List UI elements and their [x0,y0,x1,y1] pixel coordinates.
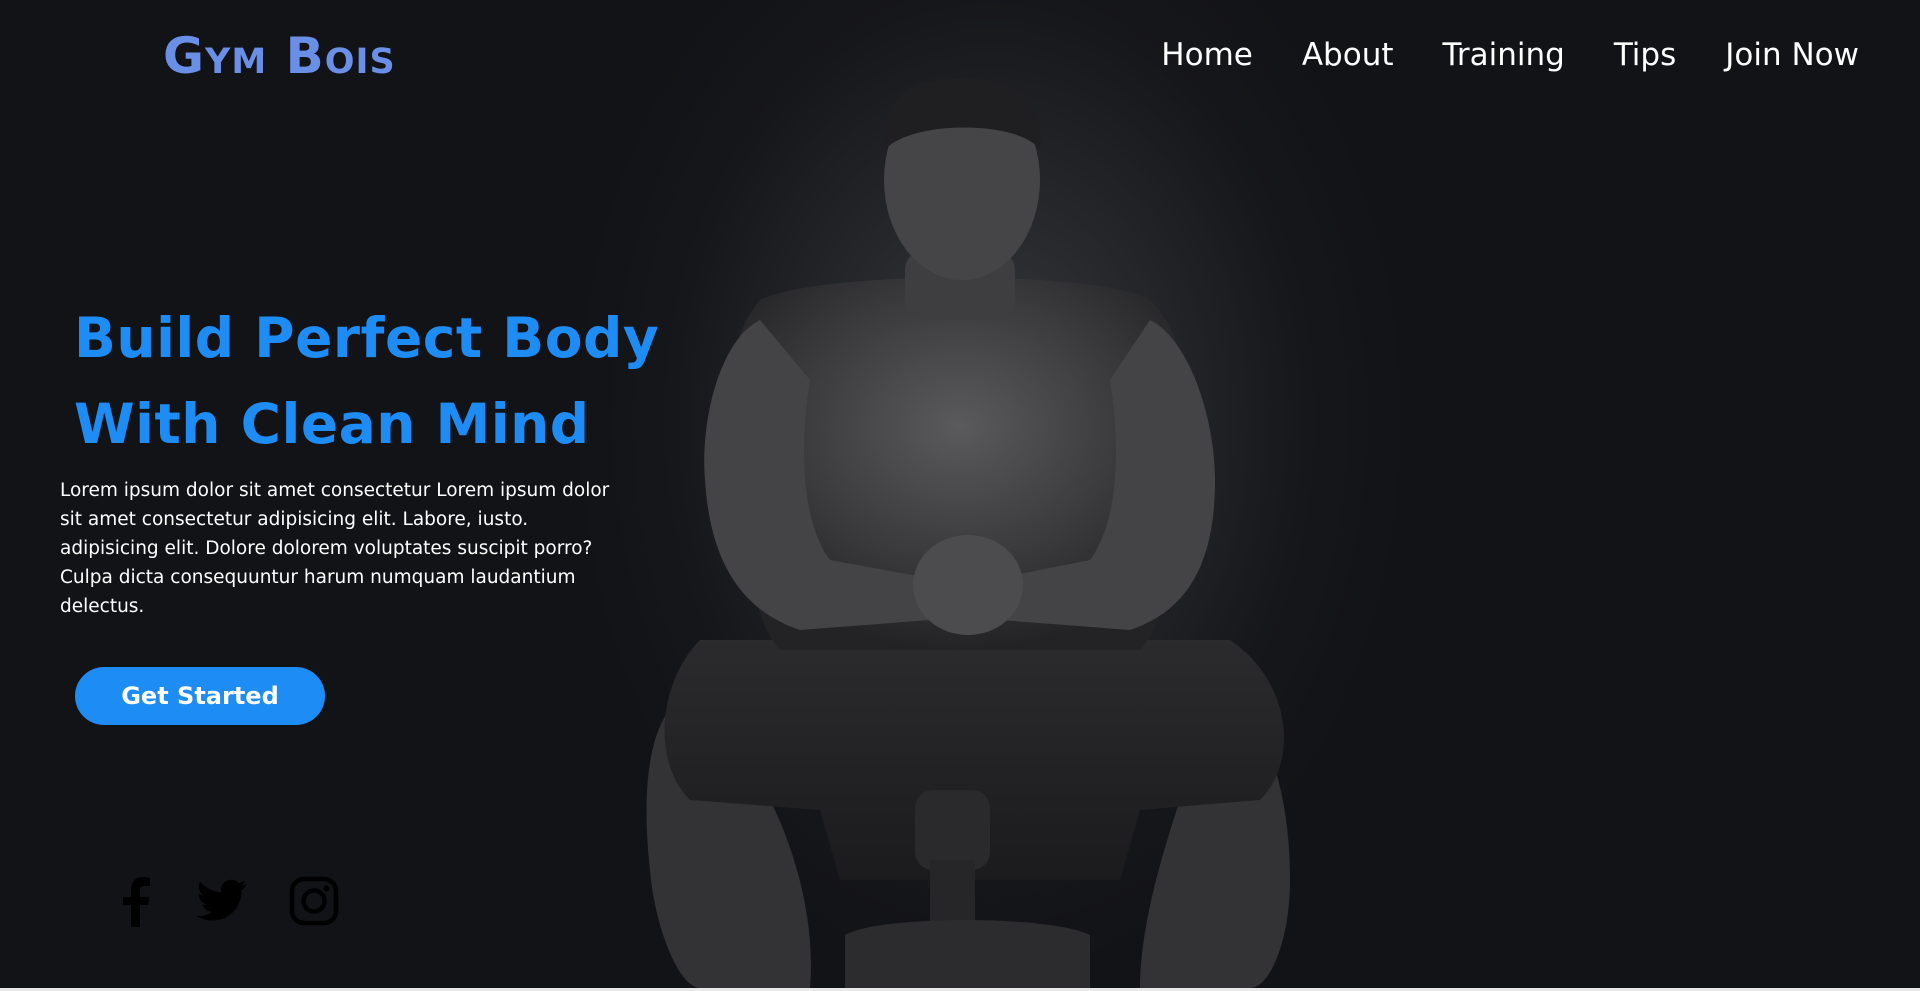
main-nav: Home About Training Tips Join Now [1112,34,1859,76]
get-started-button[interactable]: Get Started [75,667,325,725]
hero-description: Lorem ipsum dolor sit amet consectetur L… [60,480,610,617]
nav-tips[interactable]: Tips [1614,34,1676,76]
site-logo[interactable]: Gym Bois [163,26,396,86]
hero-headline: Build Perfect Body With Clean Mind [74,295,659,467]
nav-home[interactable]: Home [1161,34,1253,76]
nav-training[interactable]: Training [1443,34,1565,76]
headline-line-2: With Clean Mind [74,392,590,456]
headline-line-1: Build Perfect Body [74,306,660,370]
social-links [117,873,379,933]
twitter-icon[interactable] [196,878,249,928]
nav-join-now[interactable]: Join Now [1725,34,1859,76]
facebook-icon[interactable] [117,873,157,933]
nav-about[interactable]: About [1302,34,1394,76]
instagram-icon[interactable] [289,876,339,930]
